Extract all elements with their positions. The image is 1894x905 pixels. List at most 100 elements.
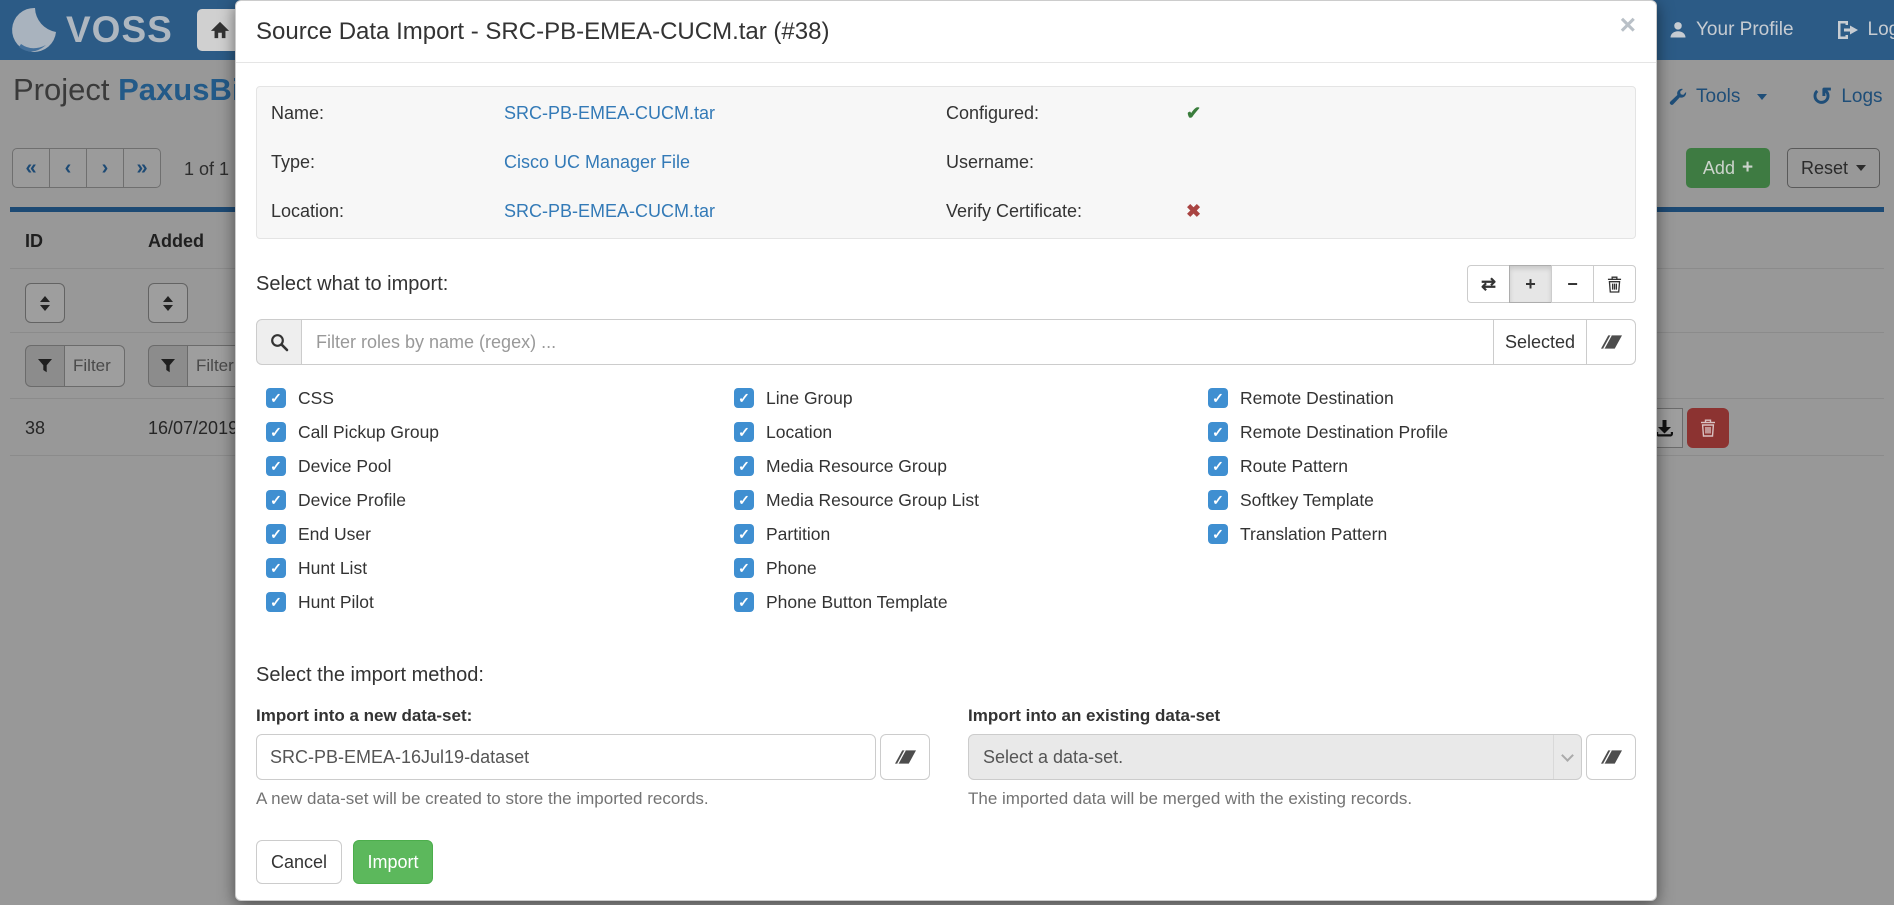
tools-menu[interactable]: Tools	[1668, 86, 1767, 108]
clear-selection-button[interactable]	[1593, 265, 1636, 303]
role-checkbox-item[interactable]: Call Pickup Group	[266, 422, 734, 442]
role-label: Call Pickup Group	[298, 422, 439, 442]
row-id-cell: 38	[25, 418, 45, 439]
filter-funnel-icon[interactable]	[148, 345, 188, 387]
tools-label: Tools	[1696, 86, 1740, 108]
deselect-all-button[interactable]: −	[1551, 265, 1594, 303]
role-checkbox-item[interactable]: Hunt Pilot	[266, 592, 734, 612]
checkbox-checked-icon[interactable]	[734, 388, 754, 408]
role-checkbox-item[interactable]: Hunt List	[266, 558, 734, 578]
clear-filter-button[interactable]	[1586, 319, 1636, 365]
existing-dataset-select[interactable]: Select a data-set.	[968, 734, 1582, 780]
role-checkbox-item[interactable]: Remote Destination	[1208, 388, 1448, 408]
checkbox-checked-icon[interactable]	[734, 422, 754, 442]
role-checkbox-item[interactable]: Line Group	[734, 388, 1208, 408]
import-button[interactable]: Import	[353, 840, 433, 884]
delete-row-button[interactable]	[1687, 408, 1729, 448]
add-button[interactable]: Add +	[1686, 148, 1770, 188]
cancel-button[interactable]: Cancel	[256, 840, 342, 884]
checkbox-checked-icon[interactable]	[734, 456, 754, 476]
page-title: Project PaxusBi	[13, 72, 240, 108]
checkbox-checked-icon[interactable]	[1208, 490, 1228, 510]
logs-link[interactable]: ↺ Logs	[1811, 86, 1882, 108]
reset-button[interactable]: Reset	[1787, 148, 1880, 188]
column-header-added: Added	[148, 231, 204, 252]
checkbox-checked-icon[interactable]	[1208, 456, 1228, 476]
plus-icon: +	[1742, 157, 1753, 179]
info-row-location: Location: SRC-PB-EMEA-CUCM.tar	[271, 201, 946, 222]
type-value-link[interactable]: Cisco UC Manager File	[504, 152, 690, 172]
voss-swoosh-icon	[8, 5, 62, 55]
info-right-column: Configured: ✔ Username: Verify Certifica…	[946, 103, 1621, 222]
role-filter-group: Selected	[256, 319, 1636, 365]
name-label: Name:	[271, 103, 504, 124]
name-value-link[interactable]: SRC-PB-EMEA-CUCM.tar	[504, 103, 715, 123]
checkbox-checked-icon[interactable]	[734, 592, 754, 612]
chevron-down-icon	[1561, 749, 1574, 762]
checkbox-checked-icon[interactable]	[266, 490, 286, 510]
existing-dataset-label: Import into an existing data-set	[968, 707, 1636, 725]
selected-filter-button[interactable]: Selected	[1494, 319, 1587, 365]
clear-new-dataset-button[interactable]	[880, 734, 930, 780]
sort-added-button[interactable]	[148, 283, 188, 323]
checkbox-checked-icon[interactable]	[1208, 388, 1228, 408]
page-first-button[interactable]: «	[12, 148, 50, 188]
role-checkbox-grid: CSS Call Pickup Group Device Pool Device…	[256, 388, 1636, 612]
checkbox-checked-icon[interactable]	[734, 558, 754, 578]
role-label: Route Pattern	[1240, 456, 1348, 476]
logout-link[interactable]: Logout	[1836, 19, 1894, 41]
role-checkbox-item[interactable]: Location	[734, 422, 1208, 442]
checkbox-checked-icon[interactable]	[266, 422, 286, 442]
select-all-button[interactable]: +	[1509, 265, 1552, 303]
role-checkbox-item[interactable]: Partition	[734, 524, 1208, 544]
role-checkbox-item[interactable]: End User	[266, 524, 734, 544]
page-next-button[interactable]: ›	[86, 148, 124, 188]
sort-asc-icon	[40, 296, 50, 302]
sort-id-button[interactable]	[25, 283, 65, 323]
checkbox-checked-icon[interactable]	[266, 456, 286, 476]
role-checkbox-item[interactable]: Device Pool	[266, 456, 734, 476]
role-checkbox-item[interactable]: Phone Button Template	[734, 592, 1208, 612]
clear-existing-dataset-button[interactable]	[1586, 734, 1636, 780]
role-filter-input[interactable]	[302, 319, 1494, 365]
source-data-import-modal: Source Data Import - SRC-PB-EMEA-CUCM.ta…	[235, 0, 1657, 901]
role-checkbox-item[interactable]: Device Profile	[266, 490, 734, 510]
checkbox-checked-icon[interactable]	[1208, 422, 1228, 442]
role-checkbox-item[interactable]: Media Resource Group List	[734, 490, 1208, 510]
trash-icon	[1607, 276, 1622, 293]
checkbox-checked-icon[interactable]	[266, 524, 286, 544]
role-label: Device Profile	[298, 490, 406, 510]
role-checkbox-item[interactable]: Media Resource Group	[734, 456, 1208, 476]
checkbox-checked-icon[interactable]	[266, 592, 286, 612]
checkbox-checked-icon[interactable]	[266, 388, 286, 408]
role-checkbox-item[interactable]: Translation Pattern	[1208, 524, 1448, 544]
page-prev-button[interactable]: ‹	[49, 148, 87, 188]
page-title-prefix: Project	[13, 72, 109, 107]
page-last-button[interactable]: »	[123, 148, 161, 188]
role-checkbox-item[interactable]: CSS	[266, 388, 734, 408]
checkbox-checked-icon[interactable]	[1208, 524, 1228, 544]
id-filter-input[interactable]	[65, 345, 125, 387]
close-icon[interactable]: ×	[1620, 11, 1636, 39]
eraser-icon	[895, 750, 916, 764]
toggle-selection-button[interactable]: ⇄	[1467, 265, 1510, 303]
new-dataset-input[interactable]	[256, 734, 876, 780]
username-label: Username:	[946, 152, 1186, 173]
plus-icon: +	[1525, 274, 1536, 295]
selection-toolbar: ⇄ + −	[1467, 265, 1636, 303]
role-checkbox-item[interactable]: Route Pattern	[1208, 456, 1448, 476]
role-checkbox-item[interactable]: Remote Destination Profile	[1208, 422, 1448, 442]
pagination-status: 1 of 1	[184, 159, 229, 180]
import-method-columns: Import into a new data-set: A new data-s…	[256, 687, 1636, 808]
your-profile-link[interactable]: Your Profile	[1668, 19, 1794, 41]
location-value-link[interactable]: SRC-PB-EMEA-CUCM.tar	[504, 201, 715, 221]
checkbox-checked-icon[interactable]	[266, 558, 286, 578]
eraser-icon	[1601, 335, 1622, 349]
filter-funnel-icon[interactable]	[25, 345, 65, 387]
checkbox-checked-icon[interactable]	[734, 490, 754, 510]
checkbox-checked-icon[interactable]	[734, 524, 754, 544]
new-dataset-column: Import into a new data-set: A new data-s…	[256, 687, 930, 808]
role-checkbox-item[interactable]: Phone	[734, 558, 1208, 578]
location-label: Location:	[271, 201, 504, 222]
role-checkbox-item[interactable]: Softkey Template	[1208, 490, 1448, 510]
